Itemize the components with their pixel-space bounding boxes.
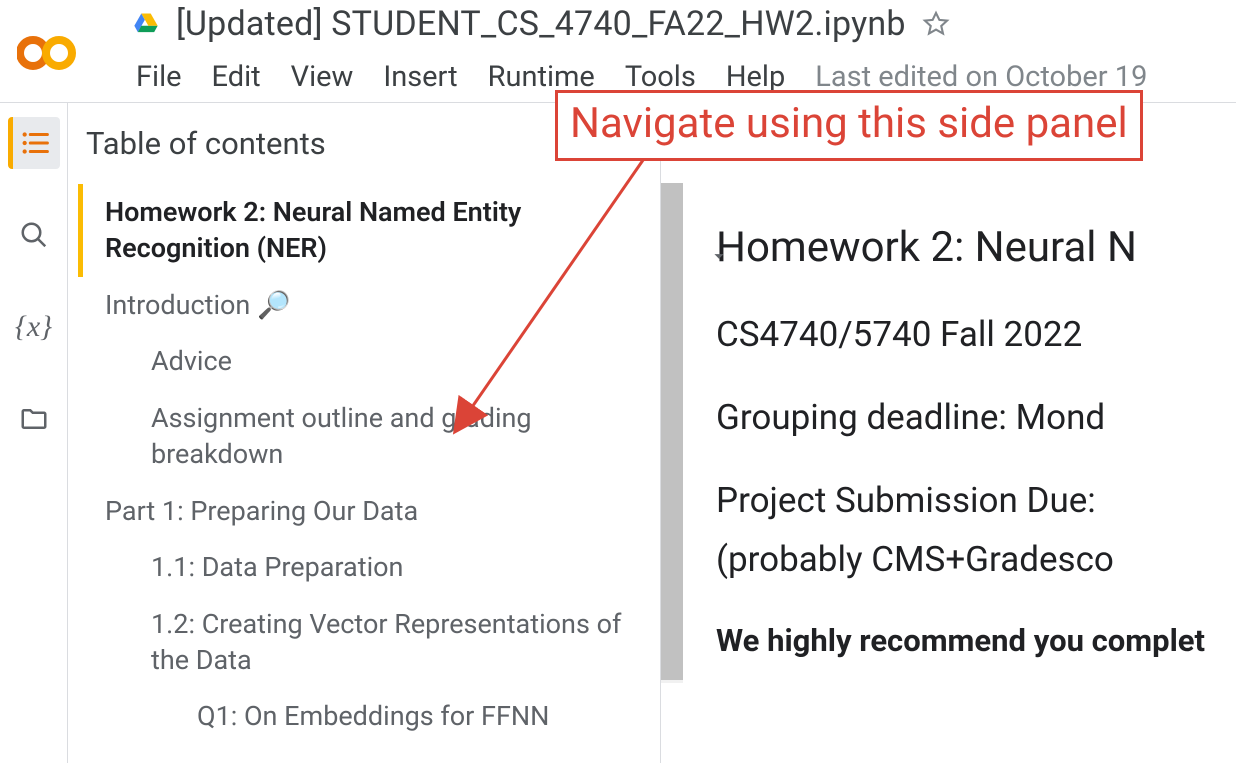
menu-view[interactable]: View [291,60,354,94]
star-icon[interactable] [922,10,950,38]
collapse-cell-icon[interactable] [708,245,730,271]
toc-list[interactable]: Homework 2: Neural Named Entity Recognit… [68,184,660,763]
left-rail: {x} [0,103,68,763]
toc-title: Table of contents [86,125,326,162]
toc-item[interactable]: Homework 2: Neural Named Entity Recognit… [78,184,650,277]
cell-text: (probably CMS+Gradesco [716,539,1236,580]
last-edited-text: Last edited on October 19 [815,60,1147,94]
toc-panel: Table of contents Homework 2: Neural Nam… [68,103,660,763]
cell-heading: Homework 2: Neural N [716,223,1236,272]
menu-tools[interactable]: Tools [625,60,696,94]
menu-edit[interactable]: Edit [212,60,261,94]
toc-item[interactable]: Advice [124,333,650,389]
cell-bold-text: We highly recommend you complet [716,622,1236,659]
toc-item[interactable]: 1.1: Data Preparation [124,539,650,595]
colab-logo [14,26,84,81]
toc-item[interactable]: Q1: On Embeddings for FFNN [170,688,650,744]
notebook-area[interactable]: Homework 2: Neural N CS4740/5740 Fall 20… [660,103,1236,763]
menu-file[interactable]: File [136,60,182,94]
scrollbar-thumb[interactable] [661,183,683,680]
menu-help[interactable]: Help [726,60,785,94]
document-title[interactable]: [Updated] STUDENT_CS_4740_FA22_HW2.ipynb [176,4,906,44]
menu-runtime[interactable]: Runtime [488,60,595,94]
cell-text: Grouping deadline: Mond [716,397,1236,438]
toc-item[interactable]: Part 1: Preparing Our Data [78,483,650,539]
app-header: [Updated] STUDENT_CS_4740_FA22_HW2.ipynb… [0,0,1236,102]
toc-item[interactable]: Introduction 🔎 [78,277,650,333]
drive-icon [132,10,160,38]
files-icon[interactable] [8,393,60,445]
cell-text: CS4740/5740 Fall 2022 [716,314,1236,355]
toc-item[interactable]: Assignment outline and grading breakdown [124,390,650,483]
toc-item[interactable]: 1.2: Creating Vector Representations of … [124,596,650,689]
variables-icon[interactable]: {x} [8,301,60,353]
menu-insert[interactable]: Insert [383,60,457,94]
cell-text: Project Submission Due: [716,480,1236,521]
toc-icon[interactable] [8,117,60,169]
annotation-callout: Navigate using this side panel [555,90,1143,161]
search-icon[interactable] [8,209,60,261]
